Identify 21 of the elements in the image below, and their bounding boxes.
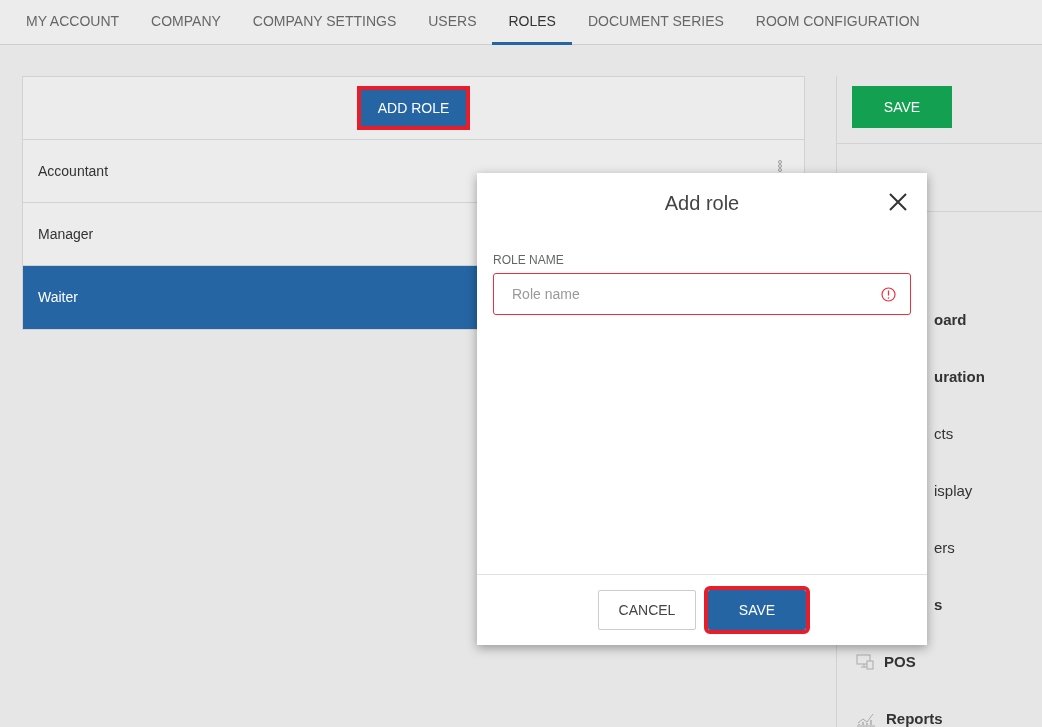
tab[interactable]: ROOM CONFIGURATION	[739, 0, 936, 45]
permission-item[interactable]: Reports	[886, 710, 943, 727]
permission-item[interactable]: isplay	[934, 482, 973, 499]
tab[interactable]: USERS	[412, 0, 493, 45]
tab[interactable]: ROLES	[492, 0, 572, 45]
error-icon	[881, 286, 896, 302]
tab[interactable]: COMPANY SETTINGS	[236, 0, 413, 45]
role-name-field[interactable]: Role name	[493, 273, 911, 315]
permission-item[interactable]: s	[934, 596, 943, 613]
tab[interactable]: COMPANY	[135, 0, 237, 45]
permission-item[interactable]: uration	[934, 368, 985, 385]
close-icon[interactable]	[889, 193, 907, 211]
permission-item[interactable]: oard	[934, 311, 967, 328]
field-label: ROLE NAME	[493, 253, 565, 267]
monitor-icon	[856, 653, 874, 670]
tab[interactable]: DOCUMENT SERIES	[571, 0, 740, 45]
cancel-button[interactable]: CANCEL	[598, 590, 696, 630]
tab[interactable]: MY ACCOUNT	[10, 0, 136, 45]
permission-item[interactable]: cts	[934, 425, 954, 442]
permission-item[interactable]: POS	[884, 653, 916, 670]
permission-item[interactable]: ers	[934, 539, 955, 556]
